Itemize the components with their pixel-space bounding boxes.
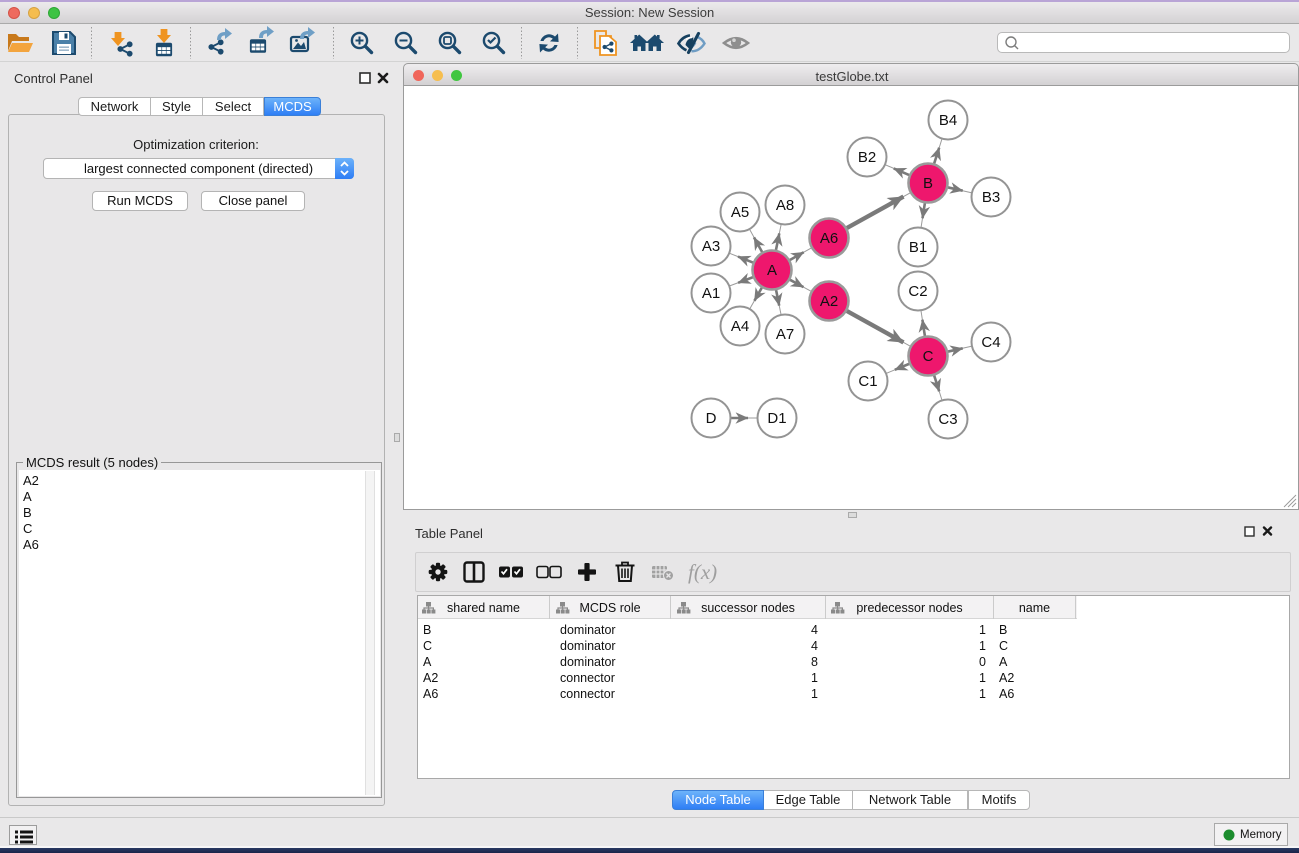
svg-text:A6: A6 [820,230,838,247]
svg-text:B3: B3 [982,189,1000,206]
svg-text:A8: A8 [776,197,794,214]
svg-text:A3: A3 [702,238,720,255]
svg-text:f(x): f(x) [688,560,717,584]
svg-text:C4: C4 [981,334,1000,351]
svg-text:B4: B4 [939,112,957,129]
svg-text:A4: A4 [731,318,749,335]
svg-text:A1: A1 [702,285,720,302]
svg-text:B1: B1 [909,239,927,256]
svg-text:B2: B2 [858,149,876,166]
svg-text:C2: C2 [908,283,927,300]
svg-text:C1: C1 [858,373,877,390]
svg-text:A7: A7 [776,326,794,343]
svg-text:A: A [767,262,777,279]
svg-text:A5: A5 [731,204,749,221]
svg-text:D1: D1 [767,410,786,427]
svg-text:A2: A2 [820,293,838,310]
svg-text:D: D [706,410,717,427]
svg-text:C3: C3 [938,411,957,428]
svg-text:B: B [923,175,933,192]
svg-text:C: C [923,348,934,365]
